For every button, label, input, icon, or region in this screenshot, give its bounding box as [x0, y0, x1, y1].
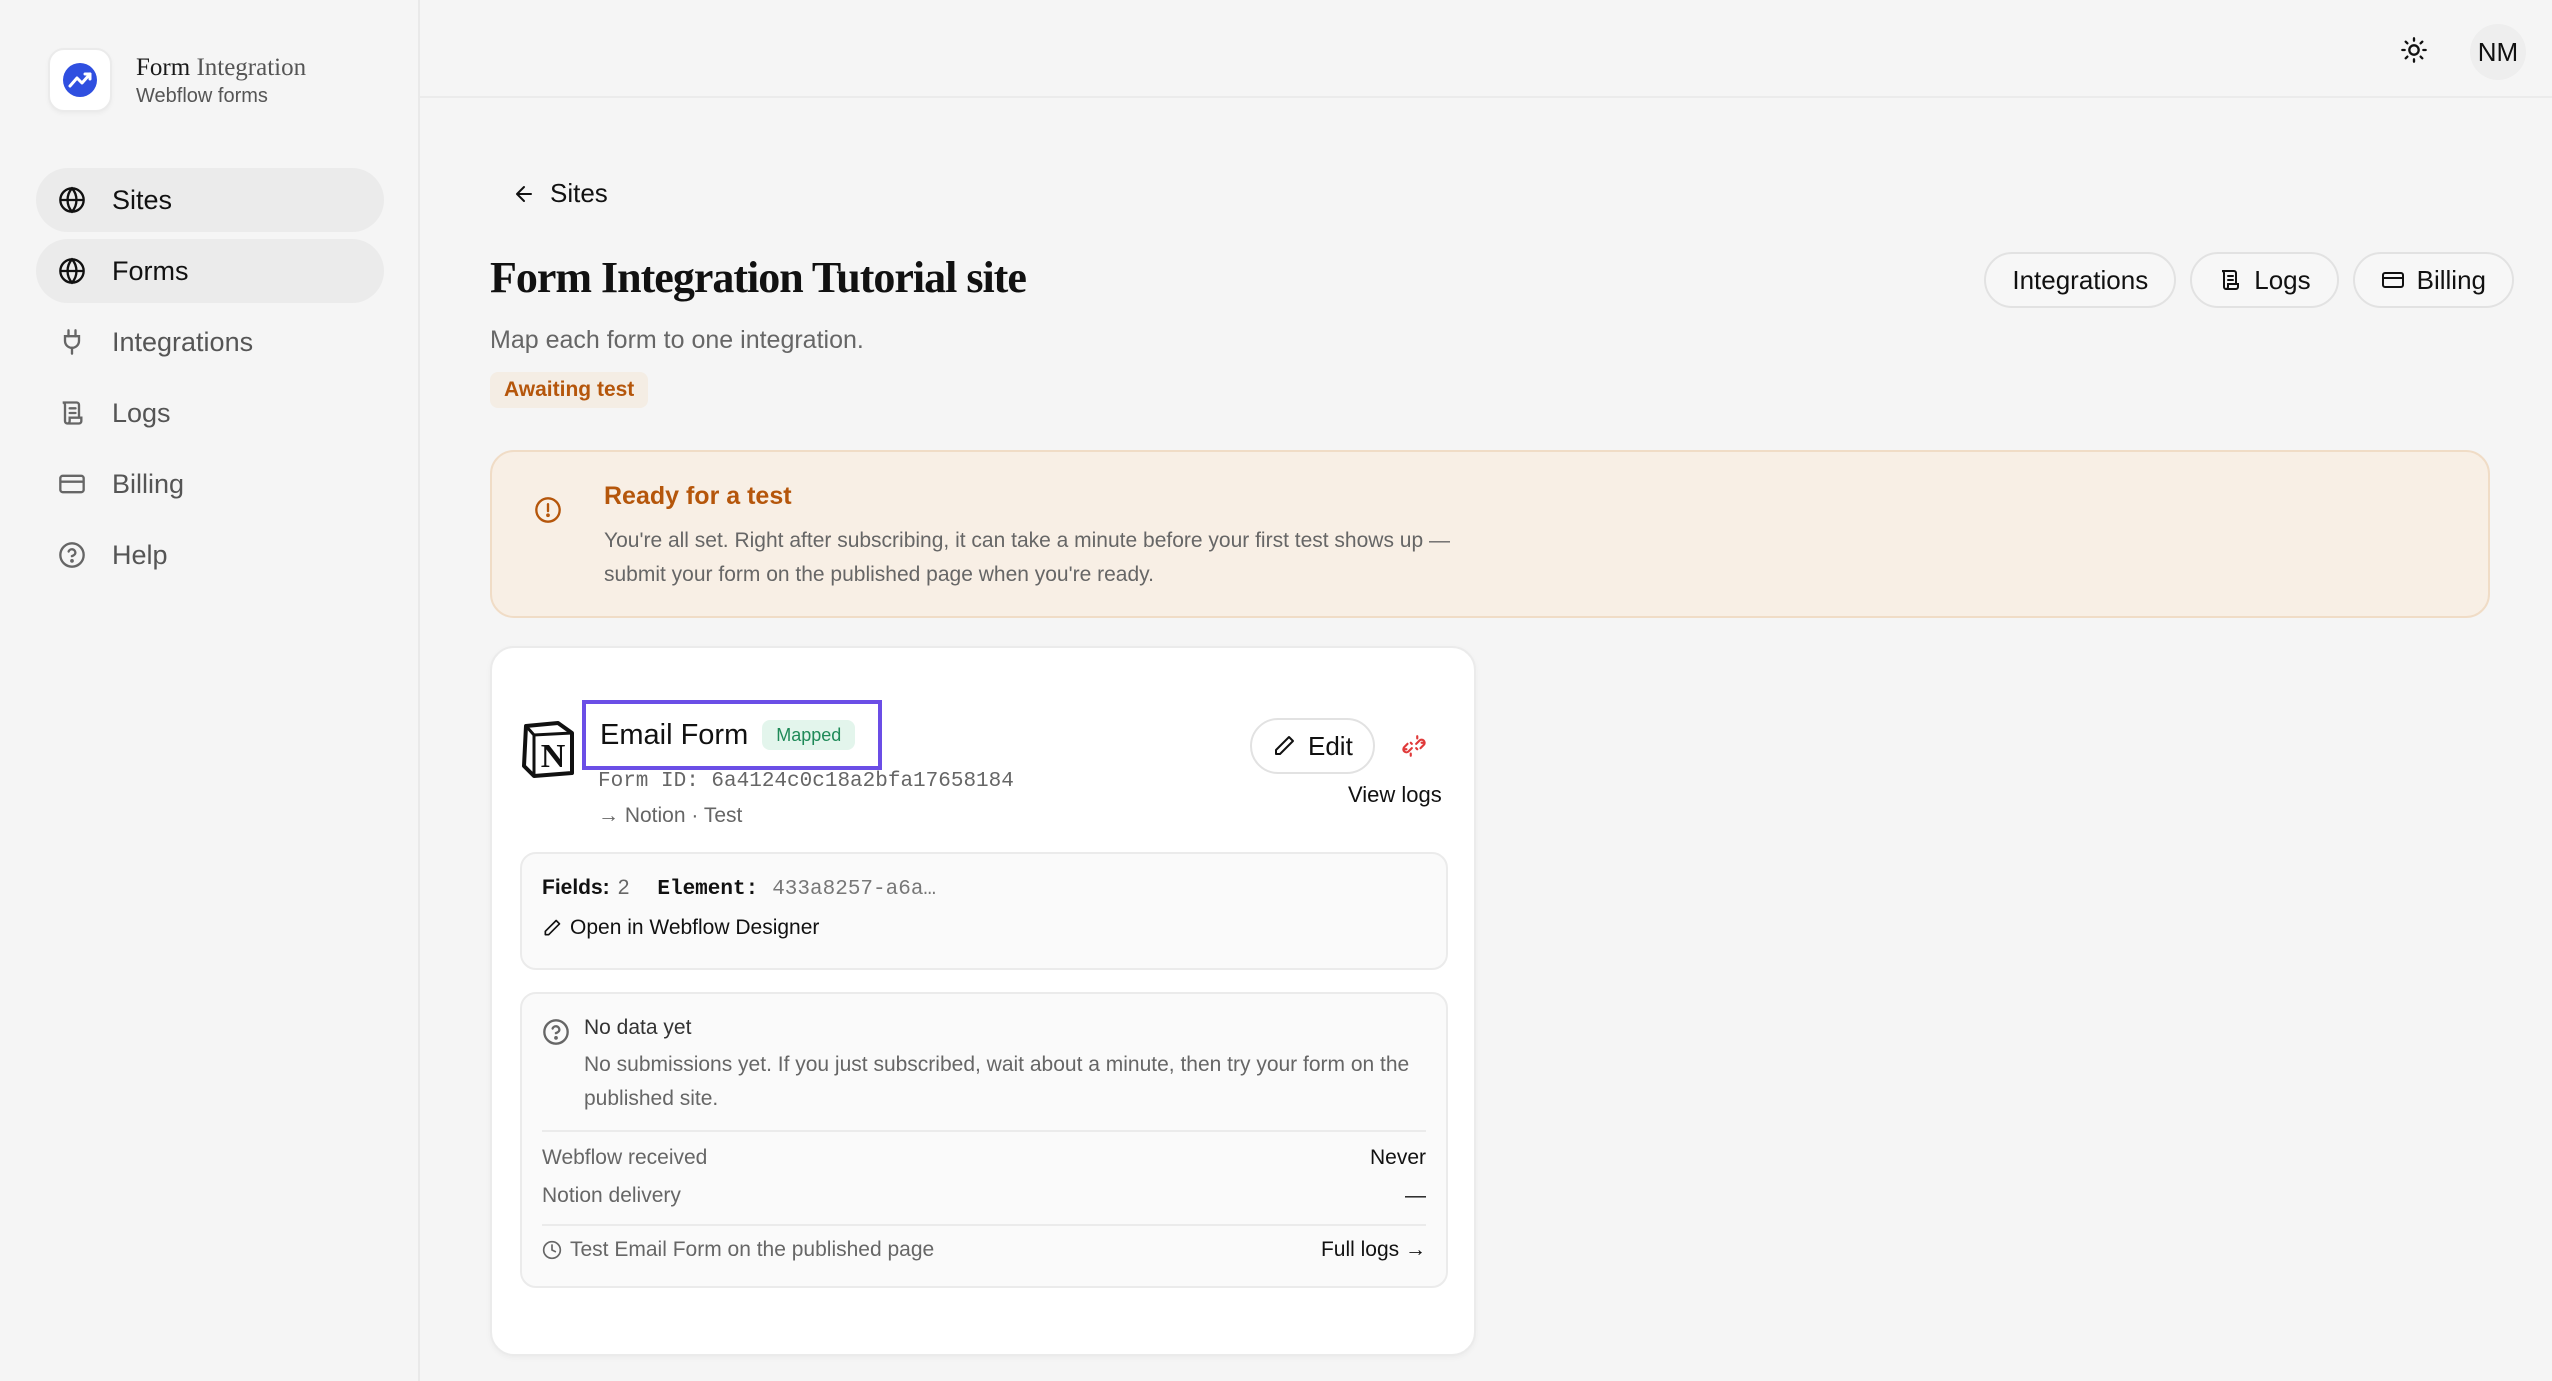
sidebar-item-sites[interactable]: Sites: [36, 168, 384, 232]
sidebar-item-integrations[interactable]: Integrations: [36, 310, 384, 374]
sidebar: Form Integration Webflow forms Sites For…: [0, 0, 420, 1381]
edit-button-label: Edit: [1308, 730, 1353, 761]
sidebar-item-label: Help: [112, 539, 168, 570]
sidebar-item-forms[interactable]: Forms: [36, 239, 384, 303]
sidebar-item-help[interactable]: Help: [36, 523, 384, 587]
alert-circle-icon: [534, 496, 562, 529]
sidebar-item-label: Billing: [112, 468, 185, 499]
alert-body: You're all set. Right after subscribing,…: [604, 529, 1450, 586]
globe-icon: [56, 255, 88, 287]
no-data-title: No data yet: [584, 1016, 692, 1039]
edit-button[interactable]: Edit: [1250, 718, 1375, 774]
sidebar-item-label: Integrations: [112, 326, 254, 357]
notion-delivery-value: —: [1405, 1184, 1426, 1207]
globe-icon: [56, 184, 88, 216]
webflow-received-label: Webflow received: [542, 1146, 708, 1169]
clock-icon: [542, 1240, 562, 1260]
unlink-button[interactable]: [1398, 730, 1430, 762]
view-logs-link[interactable]: View logs: [1348, 782, 1442, 808]
no-data-body: No submissions yet. If you just subscrib…: [584, 1053, 1410, 1110]
form-meta: Fields: 2 Element: 433a8257-a6a… Open in…: [520, 852, 1448, 970]
sidebar-item-billing[interactable]: Billing: [36, 452, 384, 516]
status-badge: Awaiting test: [490, 372, 649, 408]
page-title: Form Integration Tutorial site: [490, 253, 1027, 302]
form-name: Email Form: [600, 718, 749, 751]
form-meta-row: Fields: 2 Element: 433a8257-a6a…: [542, 876, 936, 901]
brand-subtitle: Webflow forms: [136, 84, 268, 107]
sidebar-item-label: Sites: [112, 184, 173, 215]
sun-icon: [2400, 36, 2428, 64]
open-in-designer-link[interactable]: Open in Webflow Designer: [542, 916, 819, 940]
pencil-icon: [1272, 734, 1296, 758]
brand-title: Form Integration: [136, 53, 307, 81]
header-actions: Integrations Logs Billing: [1970, 252, 2514, 308]
form-id: Form ID: 6a4124c0c18a2bfa17658184: [598, 770, 1014, 793]
back-link-label: Sites: [550, 178, 608, 208]
logs-button[interactable]: Logs: [2190, 252, 2339, 308]
ready-alert: Ready for a test You're all set. Right a…: [490, 450, 2490, 618]
element-label: Element:: [657, 878, 759, 901]
page-subtitle: Map each form to one integration.: [490, 326, 864, 354]
form-card: N Email Form Mapped Form ID: 6a4124c0c18…: [490, 646, 1476, 1356]
plug-icon: [56, 326, 88, 358]
back-to-sites-link[interactable]: Sites: [512, 178, 608, 209]
sidebar-item-label: Logs: [112, 397, 171, 428]
brand[interactable]: Form Integration Webflow forms: [48, 48, 306, 112]
fields-value: 2: [617, 876, 630, 899]
theme-toggle-button[interactable]: [2394, 30, 2434, 70]
unlink-icon: [1401, 733, 1427, 759]
integrations-button[interactable]: Integrations: [1984, 252, 2177, 308]
notion-delivery-label: Notion delivery: [542, 1184, 681, 1207]
element-value: 433a8257-a6a…: [772, 878, 937, 901]
full-logs-link[interactable]: Full logs →: [1321, 1238, 1426, 1262]
sidebar-nav: Sites Forms Integrations Logs Billing He…: [36, 168, 384, 594]
scroll-icon: [56, 397, 88, 429]
integrations-button-label: Integrations: [2012, 264, 2149, 295]
fields-label: Fields:: [542, 876, 610, 899]
webflow-received-value: Never: [1369, 1146, 1426, 1169]
divider: [542, 1130, 1426, 1132]
integration-route: → Notion · Test: [598, 804, 743, 827]
svg-text:N: N: [541, 738, 566, 775]
credit-card-icon: [2381, 268, 2405, 292]
brand-logo-icon: [48, 48, 112, 112]
alert-title: Ready for a test: [604, 482, 792, 510]
open-designer-label: Open in Webflow Designer: [570, 916, 820, 939]
arrow-left-icon: [512, 182, 536, 206]
logs-button-label: Logs: [2254, 264, 2311, 295]
help-circle-icon: [542, 1018, 570, 1051]
notion-logo-icon: N: [520, 720, 576, 783]
scroll-icon: [2218, 268, 2242, 292]
billing-button[interactable]: Billing: [2352, 252, 2514, 308]
billing-button-label: Billing: [2416, 264, 2486, 295]
mapped-badge: Mapped: [762, 720, 856, 750]
topbar: NM: [420, 0, 2552, 98]
test-instruction-label: Test Email Form on the published page: [570, 1238, 935, 1261]
divider: [542, 1224, 1426, 1226]
pencil-icon: [542, 918, 562, 938]
avatar[interactable]: NM: [2470, 24, 2526, 80]
test-instruction: Test Email Form on the published page: [542, 1238, 934, 1262]
help-circle-icon: [56, 539, 88, 571]
sidebar-item-logs[interactable]: Logs: [36, 381, 384, 445]
form-title-highlight: Email Form Mapped: [582, 700, 882, 770]
submission-status: No data yet No submissions yet. If you j…: [520, 992, 1448, 1288]
credit-card-icon: [56, 468, 88, 500]
sidebar-item-label: Forms: [112, 255, 189, 286]
